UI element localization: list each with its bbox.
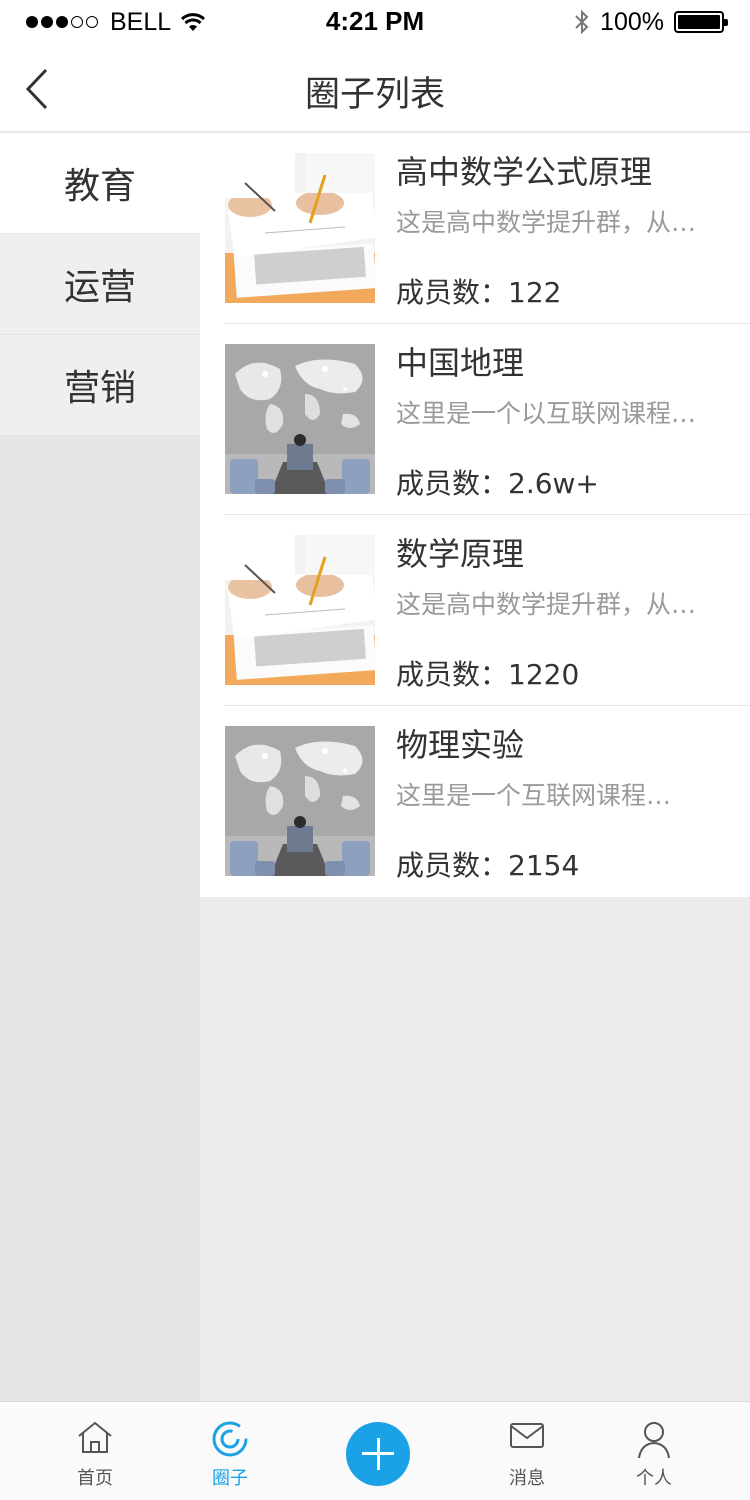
- tab-home-label: 首页: [77, 1468, 113, 1489]
- list-item[interactable]: 物理实验 这里是一个互联网课程… 成员数：2154: [200, 706, 750, 897]
- list-item[interactable]: 中国地理 这里是一个以互联网课程… 成员数：2.6w+: [200, 324, 750, 515]
- sidebar-item-operations[interactable]: 运营: [0, 234, 200, 335]
- battery-icon: [674, 11, 728, 33]
- status-bar: BELL 4:21 PM 100%: [0, 0, 750, 44]
- home-icon: [78, 1421, 112, 1453]
- tab-circle[interactable]: 圈子: [170, 1402, 290, 1500]
- bluetooth-icon: [575, 9, 589, 35]
- circle-title: 数学原理: [396, 535, 525, 573]
- status-right: 100%: [574, 6, 728, 38]
- world-map-meeting-image: [225, 726, 375, 876]
- add-button[interactable]: [346, 1422, 410, 1486]
- circle-description: 这是高中数学提升群，从…: [396, 208, 697, 237]
- circle-title: 物理实验: [396, 726, 525, 764]
- document-signing-image: [225, 153, 375, 303]
- tab-home[interactable]: 首页: [35, 1402, 155, 1500]
- circle-thumbnail: [225, 153, 375, 303]
- circle-thumbnail: [225, 535, 375, 685]
- circle-description: 这里是一个互联网课程…: [396, 781, 672, 810]
- circle-list: 高中数学公式原理 这是高中数学提升群，从… 成员数：122 中国地理 这里是一个…: [200, 133, 750, 897]
- circle-description: 这里是一个以互联网课程…: [396, 399, 697, 428]
- battery-percent: 100%: [600, 7, 664, 36]
- circle-title: 高中数学公式原理: [396, 153, 653, 191]
- bottom-tab-bar: 首页 圈子 消息 个人: [0, 1401, 750, 1500]
- page-title: 圈子列表: [304, 75, 445, 115]
- member-count: 成员数：2.6w+: [396, 467, 599, 500]
- nav-bar: 圈子列表: [0, 44, 750, 132]
- list-item[interactable]: 数学原理 这是高中数学提升群，从… 成员数：1220: [200, 515, 750, 706]
- tab-profile[interactable]: 个人: [594, 1402, 714, 1500]
- sidebar-item-education[interactable]: 教育: [0, 133, 200, 234]
- person-icon: [638, 1422, 670, 1459]
- tab-profile-label: 个人: [636, 1468, 672, 1489]
- circle-thumbnail: [225, 726, 375, 876]
- sidebar-item-marketing[interactable]: 营销: [0, 335, 200, 436]
- plus-icon: [376, 1438, 380, 1470]
- member-count: 成员数：2154: [396, 849, 580, 882]
- tab-circle-label: 圈子: [212, 1468, 248, 1489]
- circle-tab-icon: [212, 1421, 248, 1457]
- document-signing-image: [225, 535, 375, 685]
- list-item[interactable]: 高中数学公式原理 这是高中数学提升群，从… 成员数：122: [200, 133, 750, 324]
- member-count: 成员数：1220: [396, 658, 580, 691]
- category-sidebar: 教育 运营 营销: [0, 133, 200, 1401]
- mail-icon: [510, 1423, 544, 1448]
- circle-thumbnail: [225, 344, 375, 494]
- member-count: 成员数：122: [396, 276, 562, 309]
- tab-messages[interactable]: 消息: [467, 1402, 587, 1500]
- circle-description: 这是高中数学提升群，从…: [396, 590, 697, 619]
- circle-title: 中国地理: [396, 344, 525, 382]
- tab-messages-label: 消息: [509, 1468, 545, 1489]
- world-map-meeting-image: [225, 344, 375, 494]
